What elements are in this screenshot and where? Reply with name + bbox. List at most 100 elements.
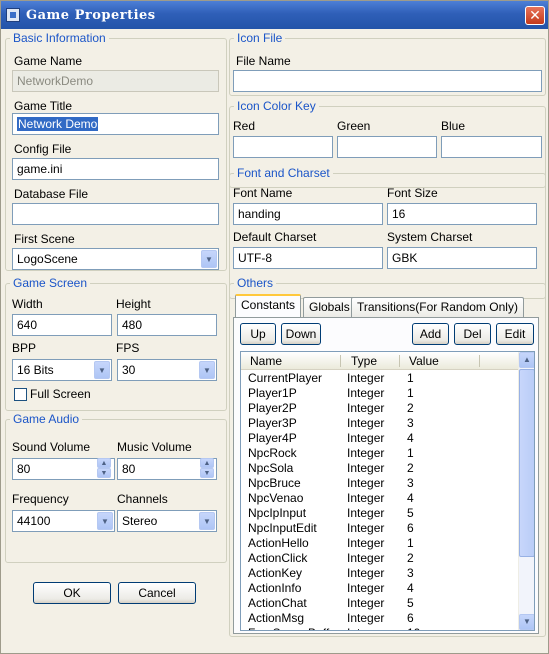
cell-type: Integer — [347, 401, 385, 415]
fps-dropdown-icon[interactable]: ▼ — [199, 361, 215, 379]
width-field[interactable]: 640 — [12, 314, 112, 336]
table-row[interactable]: ActionInfo Integer 4 — [241, 581, 519, 596]
bpp-dropdown-icon[interactable]: ▼ — [94, 361, 110, 379]
system-charset-field[interactable]: GBK — [387, 247, 537, 269]
full-screen-label[interactable]: Full Screen — [30, 387, 91, 401]
others-legend: Others — [234, 276, 277, 290]
scrollbar-thumb[interactable] — [519, 369, 534, 557]
table-row[interactable]: FreeServerBuffer Integer 10 — [241, 626, 519, 630]
first-scene-select[interactable]: LogoScene ▼ — [12, 248, 219, 270]
cell-value: 3 — [407, 416, 414, 430]
scroll-down-icon[interactable]: ▼ — [519, 614, 534, 630]
close-button[interactable]: ✕ — [525, 6, 545, 25]
config-file-label: Config File — [14, 142, 72, 156]
table-row[interactable]: CurrentPlayer Integer 1 — [241, 371, 519, 386]
table-row[interactable]: NpcSola Integer 2 — [241, 461, 519, 476]
table-row[interactable]: Player1P Integer 1 — [241, 386, 519, 401]
ok-button[interactable]: OK — [33, 582, 111, 604]
default-charset-label: Default Charset — [233, 230, 317, 244]
cell-value: 1 — [407, 386, 414, 400]
column-divider[interactable] — [479, 355, 480, 367]
table-row[interactable]: NpcRock Integer 1 — [241, 446, 519, 461]
game-screen-group: Game Screen Width 640 Height 480 BPP 16 … — [5, 276, 227, 411]
constants-list-scrollbar[interactable]: ▲ ▼ — [518, 352, 534, 630]
sound-volume-up-icon[interactable]: ▲ — [97, 458, 111, 468]
cell-name: NpcSola — [248, 461, 294, 475]
scroll-up-icon[interactable]: ▲ — [519, 352, 534, 368]
table-row[interactable]: ActionHello Integer 1 — [241, 536, 519, 551]
table-row[interactable]: Player2P Integer 2 — [241, 401, 519, 416]
blue-field[interactable] — [441, 136, 542, 158]
cell-value: 1 — [407, 371, 414, 385]
dialog-client-area: Basic Information Game Name NetworkDemo … — [1, 29, 548, 653]
cell-name: Player2P — [248, 401, 297, 415]
database-file-label: Database File — [14, 187, 89, 201]
cell-value: 3 — [407, 476, 414, 490]
music-volume-up-icon[interactable]: ▲ — [200, 458, 214, 468]
frequency-dropdown-icon[interactable]: ▼ — [97, 512, 113, 530]
up-button[interactable]: Up — [240, 323, 276, 345]
down-button[interactable]: Down — [281, 323, 321, 345]
table-row[interactable]: NpcInputEdit Integer 6 — [241, 521, 519, 536]
tab-transitions[interactable]: Transitions(For Random Only) — [351, 297, 524, 317]
icon-color-key-legend: Icon Color Key — [234, 99, 319, 113]
cell-name: ActionClick — [248, 551, 308, 565]
font-name-field[interactable]: handing — [233, 203, 383, 225]
constants-list[interactable]: Name Type Value CurrentPlayer Integer 1 Pla… — [240, 351, 535, 631]
font-size-field[interactable]: 16 — [387, 203, 537, 225]
cell-type: Integer — [347, 581, 385, 595]
cell-type: Integer — [347, 386, 385, 400]
cell-name: ActionInfo — [248, 581, 302, 595]
game-screen-legend: Game Screen — [10, 276, 91, 290]
column-header-value[interactable]: Value — [409, 354, 439, 368]
column-divider[interactable] — [399, 355, 400, 367]
first-scene-dropdown-icon[interactable]: ▼ — [201, 250, 217, 268]
height-field[interactable]: 480 — [117, 314, 217, 336]
cell-type: Integer — [347, 446, 385, 460]
frequency-select[interactable]: 44100 ▼ — [12, 510, 115, 532]
cell-name: Player3P — [248, 416, 297, 430]
game-title-field[interactable]: Network Demo — [12, 113, 219, 135]
column-divider[interactable] — [340, 355, 341, 367]
bpp-select[interactable]: 16 Bits ▼ — [12, 359, 112, 381]
music-volume-down-icon[interactable]: ▼ — [200, 468, 214, 478]
database-file-field[interactable] — [12, 203, 219, 225]
del-button[interactable]: Del — [454, 323, 491, 345]
cell-value: 10 — [407, 626, 420, 630]
table-row[interactable]: NpcVenao Integer 4 — [241, 491, 519, 506]
first-scene-value: LogoScene — [17, 252, 78, 266]
cancel-button[interactable]: Cancel — [118, 582, 196, 604]
table-row[interactable]: ActionMsg Integer 6 — [241, 611, 519, 626]
table-row[interactable]: NpcBruce Integer 3 — [241, 476, 519, 491]
add-button[interactable]: Add — [412, 323, 449, 345]
cell-name: ActionHello — [248, 536, 309, 550]
fps-select[interactable]: 30 ▼ — [117, 359, 217, 381]
config-file-field[interactable]: game.ini — [12, 158, 219, 180]
edit-button[interactable]: Edit — [496, 323, 534, 345]
sound-volume-down-icon[interactable]: ▼ — [97, 468, 111, 478]
cell-name: CurrentPlayer — [248, 371, 323, 385]
first-scene-label: First Scene — [14, 232, 75, 246]
table-row[interactable]: ActionChat Integer 5 — [241, 596, 519, 611]
table-row[interactable]: NpcIpInput Integer 5 — [241, 506, 519, 521]
column-header-name[interactable]: Name — [250, 354, 282, 368]
column-header-type[interactable]: Type — [351, 354, 377, 368]
table-row[interactable]: Player4P Integer 4 — [241, 431, 519, 446]
music-volume-spin-buttons: ▲ ▼ — [199, 458, 215, 480]
table-row[interactable]: Player3P Integer 3 — [241, 416, 519, 431]
tab-globals[interactable]: Globals — [303, 297, 356, 317]
cell-type: Integer — [347, 461, 385, 475]
title-bar[interactable]: Game Properties ✕ — [1, 1, 548, 29]
channels-dropdown-icon[interactable]: ▼ — [199, 512, 215, 530]
full-screen-checkbox[interactable] — [14, 388, 27, 401]
window-title: Game Properties — [26, 8, 156, 23]
green-field[interactable] — [337, 136, 437, 158]
default-charset-field[interactable]: UTF-8 — [233, 247, 383, 269]
red-field[interactable] — [233, 136, 333, 158]
channels-select[interactable]: Stereo ▼ — [117, 510, 217, 532]
table-row[interactable]: ActionClick Integer 2 — [241, 551, 519, 566]
tab-constants[interactable]: Constants — [235, 294, 302, 317]
icon-file-name-field[interactable] — [233, 70, 542, 92]
channels-label: Channels — [117, 492, 168, 506]
table-row[interactable]: ActionKey Integer 3 — [241, 566, 519, 581]
